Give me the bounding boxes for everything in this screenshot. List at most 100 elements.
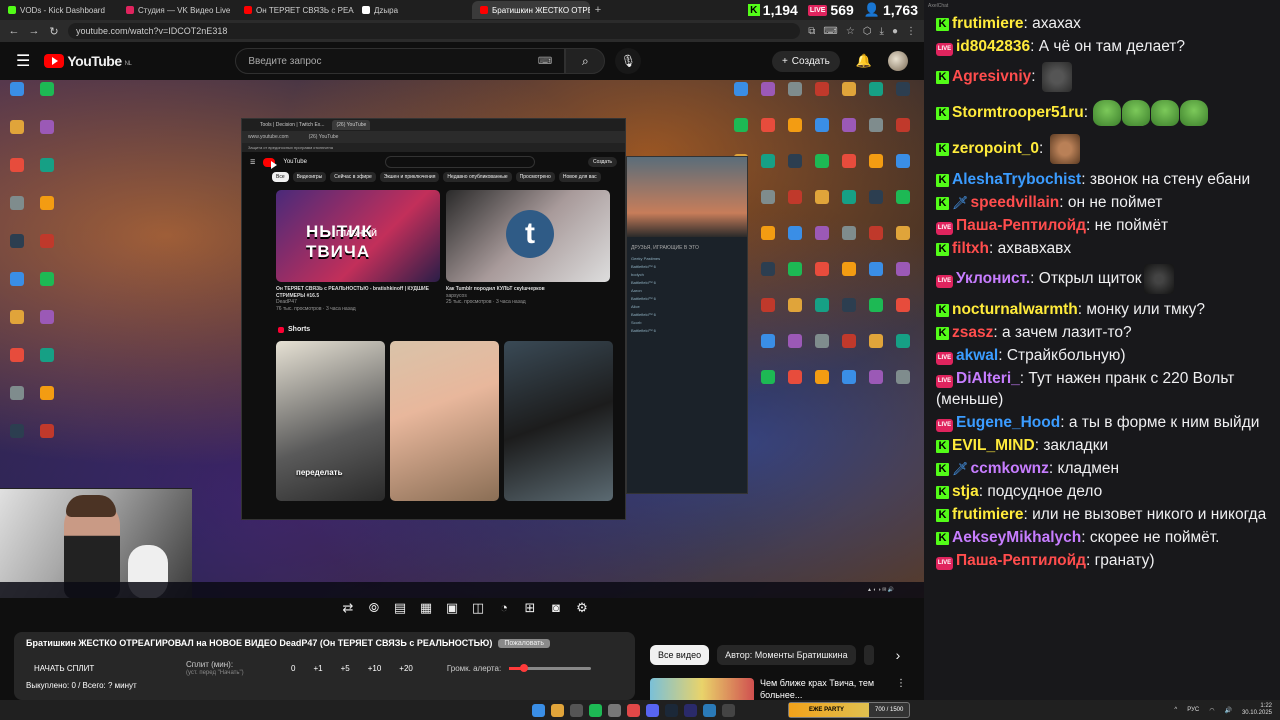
video-badge[interactable]: Пожаловать (498, 638, 551, 648)
alert-volume-knob[interactable] (519, 663, 528, 672)
filter-all-videos[interactable]: Все видео (650, 645, 710, 665)
discord-icon[interactable] (646, 703, 659, 717)
language-indicator[interactable]: РУС (1187, 707, 1199, 713)
reload-icon[interactable]: ↻ (48, 25, 60, 38)
chrome-icon[interactable] (551, 703, 564, 717)
volume-icon[interactable]: 🔊 (1224, 707, 1231, 714)
chat-username[interactable]: Уклонист. (956, 270, 1030, 287)
add-clip-icon[interactable]: ⊞ (522, 600, 538, 616)
chat-username[interactable]: filtxh (952, 240, 989, 257)
search-input[interactable]: Введите запрос ⌨ (235, 48, 566, 74)
obs-icon[interactable] (608, 703, 621, 717)
install-icon[interactable]: ⧉ (808, 26, 815, 37)
audio-icon[interactable]: ⦾ (366, 600, 382, 616)
search-button[interactable]: ⌕ (565, 48, 606, 74)
voice-search-button[interactable]: 🎙 (615, 48, 642, 74)
forward-icon[interactable]: → (28, 25, 40, 37)
browser-tab[interactable]: Он ТЕРЯЕТ СВЯЗЬ с РЕАЛЬНОСТЬ (236, 1, 354, 19)
picture-in-picture-icon[interactable]: ▣ (444, 600, 460, 616)
desktop-app-icon (782, 82, 808, 112)
split-value-button[interactable]: +1 (313, 664, 322, 673)
bookmark-star-icon[interactable]: ☆ (846, 26, 855, 37)
wifi-icon[interactable]: ◠ (1209, 707, 1214, 714)
split-value-button[interactable]: +10 (368, 664, 382, 673)
extensions-icon[interactable]: ⬡ (863, 26, 872, 37)
chat-username[interactable]: zeropoint_0 (952, 140, 1039, 157)
playlist-icon[interactable]: ▤ (392, 600, 408, 616)
translate-icon[interactable]: ⌨ (823, 26, 837, 37)
screenshot-icon[interactable]: ◙ (548, 600, 564, 616)
filter-author[interactable]: Автор: Моменты Братишкина (717, 645, 856, 665)
download-icon[interactable]: ⤓ (880, 26, 884, 37)
chat-username[interactable]: speedvillain (971, 194, 1060, 211)
browser-tab[interactable]: Дzырa (354, 1, 472, 19)
chat-username[interactable]: ccmkownz (971, 460, 1049, 477)
speed-icon[interactable]: ◔ (496, 600, 512, 616)
chat-username[interactable]: id8042836 (956, 38, 1030, 55)
captured-create: Создать (587, 157, 617, 167)
vk-live-platform-icon: LIVE (936, 557, 953, 570)
video-player[interactable]: Tools | Decision | Twitch Ex... (26) You… (0, 80, 924, 598)
crop-icon[interactable]: ◫ (470, 600, 486, 616)
app-icon[interactable] (627, 703, 640, 717)
browser-tab[interactable]: VODs - Kick Dashboard (0, 1, 118, 19)
recommended-title: Чем ближе крах Твича, тем больнее... (760, 678, 875, 700)
captured-yt-logo: YouTube (283, 159, 307, 165)
chat-username[interactable]: AleshaTrybochist (952, 171, 1081, 188)
notifications-bell-icon[interactable]: 🔔 (856, 53, 872, 69)
chevron-right-icon[interactable]: › (896, 647, 901, 663)
tab-label: VODs - Kick Dashboard (20, 5, 105, 15)
filter-more[interactable] (863, 645, 874, 665)
film-icon[interactable]: ▦ (418, 600, 434, 616)
chat-username[interactable]: frutimiere (952, 506, 1024, 523)
search-bar: Введите запрос ⌨ ⌕ 🎙 (235, 48, 642, 74)
windows-start-icon[interactable] (532, 703, 545, 717)
explorer-icon[interactable] (570, 703, 583, 717)
thumb-title-text: НЫТИК ТВИЧА (306, 222, 373, 261)
clock-date: 30.10.2025 (1241, 710, 1272, 716)
chat-username[interactable]: frutimiere (952, 15, 1024, 32)
chat-username[interactable]: akwal (956, 347, 998, 364)
new-tab-button[interactable]: + (590, 4, 606, 16)
chat-username[interactable]: Stormtrooper51ru (952, 104, 1084, 121)
chat-username[interactable]: Паша-Рептилойд (956, 217, 1086, 234)
settings-app-icon[interactable] (722, 703, 735, 717)
profile-icon[interactable]: ● (892, 26, 898, 37)
chat-username[interactable]: DiAlteri_ (956, 370, 1020, 387)
hamburger-menu-icon[interactable]: ☰ (16, 51, 30, 71)
steam-icon[interactable] (665, 703, 678, 717)
tray-chevron-icon[interactable]: ^ (1174, 707, 1177, 713)
split-value-button[interactable]: 0 (291, 664, 295, 673)
alert-volume-slider[interactable] (509, 663, 592, 672)
settings-gear-icon[interactable]: ⚙ (574, 600, 590, 616)
spotify-icon[interactable] (589, 703, 602, 717)
browser-tab[interactable]: Братишкин ЖЕСТКО ОТРЕ (472, 1, 590, 19)
chat-username[interactable]: nocturnalwarmth (952, 301, 1078, 318)
account-avatar[interactable] (888, 51, 908, 71)
chat-username[interactable]: Паша-Рептилойд (956, 552, 1086, 569)
recommended-video[interactable]: Чем ближе крах Твича, тем больнее... ⋮ (650, 678, 906, 700)
youtube-logo[interactable]: YouTube NL (44, 53, 132, 69)
chat-username[interactable]: Eugene_Hood (956, 414, 1060, 431)
create-button[interactable]: + Создать (771, 50, 840, 72)
split-value-button[interactable]: +5 (341, 664, 350, 673)
start-split-button[interactable]: НАЧАТЬ СПЛИТ (26, 664, 126, 673)
back-icon[interactable]: ← (8, 25, 20, 37)
chat-username[interactable]: stja (952, 483, 979, 500)
url-field[interactable]: youtube.com/watch?v=IDCOT2nE318 (68, 23, 801, 39)
chat-username[interactable]: AekseyMikhalych (952, 529, 1081, 546)
loop-icon[interactable]: ⇄ (340, 600, 356, 616)
chat-username[interactable]: zsasz (952, 324, 993, 341)
more-vert-icon[interactable]: ⋮ (896, 678, 906, 700)
browser-tab[interactable]: Студия — VK Видео Live (118, 1, 236, 19)
chat-username[interactable]: Agresivniy (952, 68, 1031, 85)
telegram-icon[interactable] (684, 703, 697, 717)
vscode-icon[interactable] (703, 703, 716, 717)
keyboard-icon[interactable]: ⌨ (538, 56, 552, 67)
steam-friend: Battlefield™ 6 (631, 312, 656, 317)
split-value-button[interactable]: +20 (399, 664, 413, 673)
clock[interactable]: 1:22 30.10.2025 (1242, 703, 1272, 717)
captured-chip: Сейчас в эфире (330, 172, 376, 182)
chat-username[interactable]: EVIL_MIND (952, 437, 1035, 454)
menu-dots-icon[interactable]: ⋮ (906, 26, 916, 37)
